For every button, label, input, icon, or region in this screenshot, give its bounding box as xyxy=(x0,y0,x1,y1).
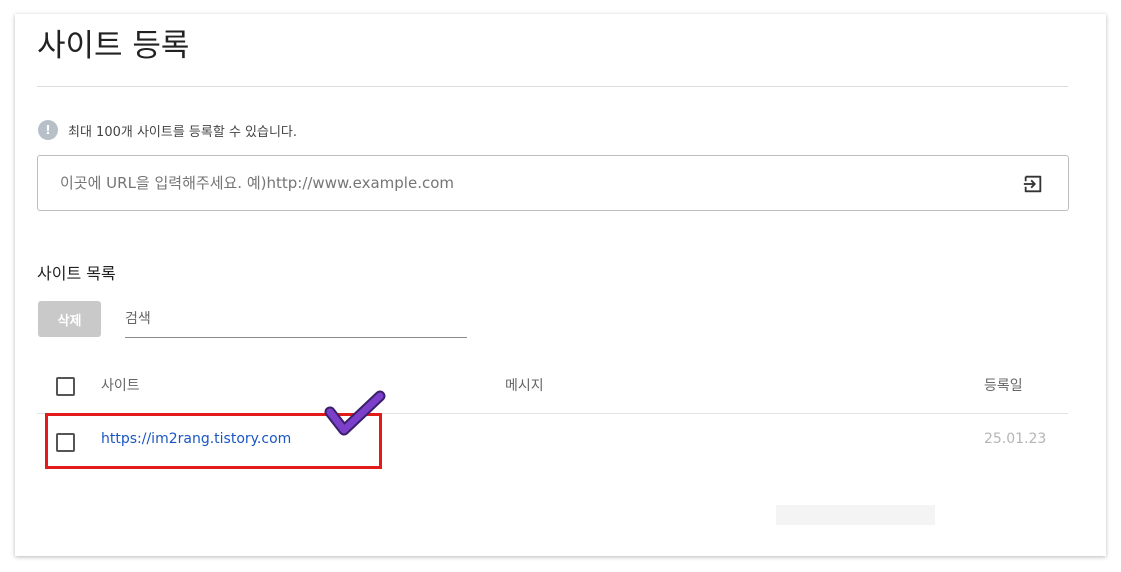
column-registered: 등록일 xyxy=(984,378,1023,394)
search-input[interactable] xyxy=(125,302,467,336)
page-title: 사이트 등록 xyxy=(37,28,190,64)
url-input[interactable] xyxy=(60,156,960,210)
table-header: 사이트 메시지 등록일 xyxy=(37,360,1068,414)
info-icon: ! xyxy=(38,120,58,140)
notice: ! 최대 100개 사이트를 등록할 수 있습니다. xyxy=(38,120,297,140)
site-list-title: 사이트 목록 xyxy=(37,264,116,283)
login-enter-icon[interactable] xyxy=(1022,173,1044,195)
delete-button[interactable]: 삭제 xyxy=(38,301,101,337)
column-message: 메시지 xyxy=(505,378,544,394)
select-all-checkbox[interactable] xyxy=(56,377,75,396)
site-link[interactable]: https://im2rang.tistory.com xyxy=(101,431,291,447)
notice-text: 최대 100개 사이트를 등록할 수 있습니다. xyxy=(68,124,298,140)
url-input-box xyxy=(37,155,1069,211)
search-field xyxy=(125,302,467,338)
site-registration-card xyxy=(15,14,1106,556)
column-site: 사이트 xyxy=(101,378,140,394)
watermark xyxy=(776,505,935,525)
row-checkbox[interactable] xyxy=(56,433,75,452)
registered-date: 25.01.23 xyxy=(984,431,1047,447)
table-row: https://im2rang.tistory.com 25.01.23 xyxy=(37,414,1068,468)
title-divider xyxy=(37,86,1068,87)
